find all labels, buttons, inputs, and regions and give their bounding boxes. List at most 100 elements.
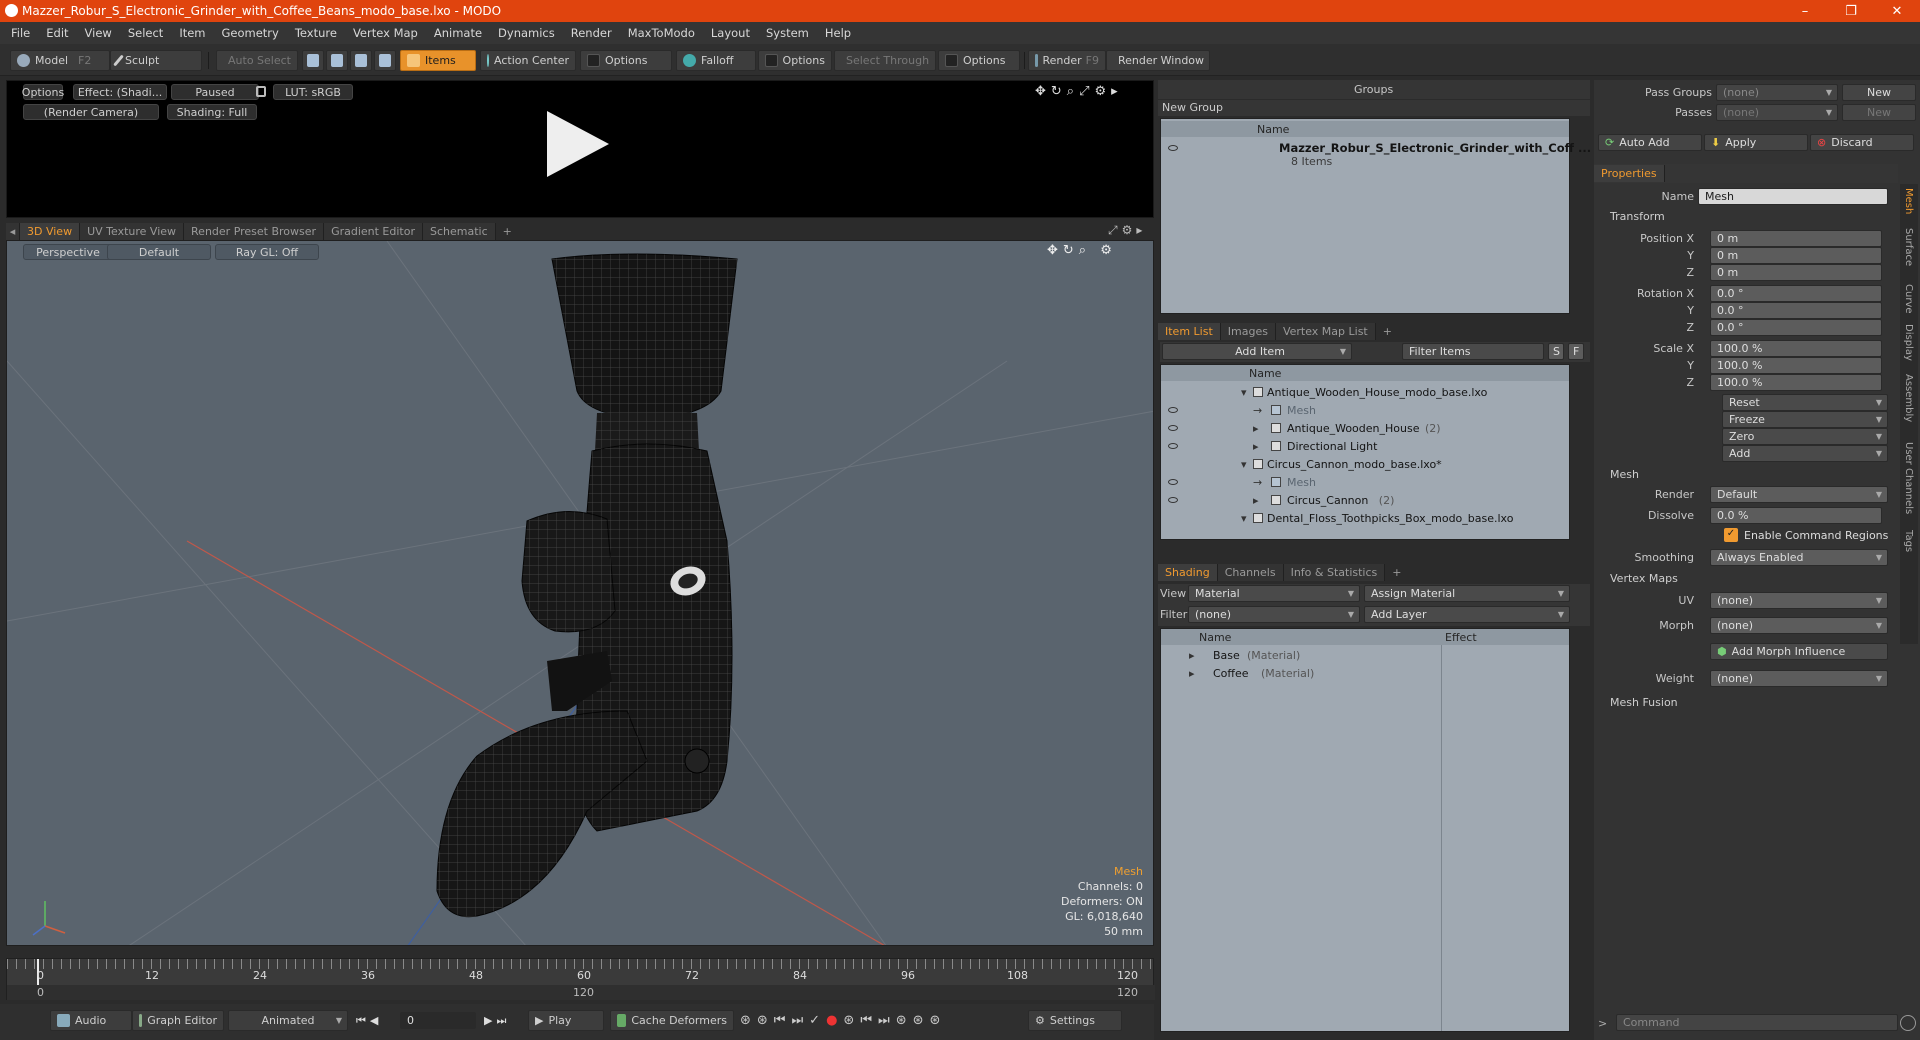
shader-row-coffee[interactable]: ▸ Coffee (Material): [1161, 664, 1441, 682]
minimize-button[interactable]: –: [1782, 0, 1828, 22]
expand-arrow-icon[interactable]: ▸: [1253, 494, 1259, 507]
apply-button[interactable]: ⬇ Apply: [1704, 134, 1808, 151]
expand-arrow-icon[interactable]: ▸: [1253, 440, 1259, 453]
discard-button[interactable]: ⊗ Discard: [1810, 134, 1914, 151]
freeze-dropdown[interactable]: Freeze: [1722, 411, 1888, 428]
record-icon[interactable]: ●: [826, 1013, 843, 1028]
mesh-fusion-section[interactable]: Mesh Fusion: [1610, 696, 1678, 709]
item-list-row[interactable]: ▾ Circus_Cannon_modo_base.lxo*: [1161, 455, 1569, 473]
skip-back-icons[interactable]: ⏮◀: [356, 1014, 382, 1028]
mesh-section[interactable]: Mesh: [1610, 468, 1639, 481]
vtab-curve[interactable]: Curve: [1903, 284, 1914, 314]
falloff-button[interactable]: Falloff: [676, 50, 756, 71]
items-mode-button[interactable]: Items: [400, 50, 476, 71]
expand-arrow-icon[interactable]: ▸: [1253, 422, 1259, 435]
expand-arrow-icon[interactable]: ▸: [1189, 667, 1195, 680]
add-layer-dropdown[interactable]: Add Layer: [1364, 606, 1570, 623]
play-button[interactable]: ▶ Play: [528, 1010, 604, 1031]
timeline[interactable]: 0 12 24 36 48 60 72 84 96 108 120 0 120 …: [6, 958, 1155, 1000]
add-dropdown[interactable]: Add: [1722, 445, 1888, 462]
add-tab-button[interactable]: +: [1385, 564, 1408, 581]
vtab-surface[interactable]: Surface: [1903, 228, 1914, 266]
vertex-maps-section[interactable]: Vertex Maps: [1610, 572, 1678, 585]
morph-dropdown[interactable]: (none): [1710, 617, 1888, 634]
tab-uv-texture-view[interactable]: UV Texture View: [80, 223, 185, 240]
item-list-row[interactable]: → Mesh: [1161, 401, 1569, 419]
vtab-display[interactable]: Display: [1903, 324, 1914, 361]
camera-dropdown[interactable]: (Render Camera): [23, 104, 159, 120]
select-through-button[interactable]: Select Through: [834, 50, 936, 71]
cache-deformers-button[interactable]: Cache Deformers: [610, 1010, 734, 1031]
lut-dropdown[interactable]: LUT: sRGB: [273, 84, 353, 100]
filter-dropdown[interactable]: (none): [1188, 606, 1360, 623]
visibility-eye-icon[interactable]: [1168, 407, 1178, 413]
menu-edit[interactable]: Edit: [38, 26, 76, 40]
tab-render-preset-browser[interactable]: Render Preset Browser: [184, 223, 325, 240]
menu-file[interactable]: File: [0, 26, 38, 40]
expand-arrow-icon[interactable]: ▾: [1241, 458, 1247, 471]
new-pass-group-button[interactable]: New: [1842, 84, 1916, 101]
polygons-mode-button[interactable]: [350, 50, 372, 71]
shader-tree[interactable]: Name Effect ▸ Base (Material) ▸ Coffee (…: [1160, 628, 1570, 1032]
viewport-menu-icon[interactable]: ◂: [6, 223, 20, 240]
menu-view[interactable]: View: [77, 26, 120, 40]
add-morph-influence-button[interactable]: ⬢ Add Morph Influence: [1710, 643, 1888, 660]
visibility-eye-icon[interactable]: [1168, 425, 1178, 431]
expand-arrow-icon[interactable]: →: [1253, 476, 1262, 489]
position-y-field[interactable]: 0 m: [1710, 247, 1882, 264]
visibility-eye-icon[interactable]: [1168, 497, 1178, 503]
menu-render[interactable]: Render: [563, 26, 620, 40]
position-x-field[interactable]: 0 m: [1710, 230, 1882, 247]
falloff-options-button[interactable]: Options: [758, 50, 832, 71]
vtab-assembly[interactable]: Assembly: [1903, 374, 1914, 422]
transform-section[interactable]: Transform: [1610, 210, 1665, 223]
filter-items-input[interactable]: Filter Items: [1402, 343, 1544, 360]
groups-row[interactable]: Mazzer_Robur_S_Electronic_Grinder_with_C…: [1161, 139, 1591, 169]
step-forward-icons[interactable]: ▶⏭: [484, 1014, 510, 1028]
key-tools-icons[interactable]: ⊛⊛⏮⏭✓●⊛⏮⏭⊛⊛⊛: [740, 1013, 946, 1028]
item-list-row[interactable]: ▸ Circus_Cannon (2): [1161, 491, 1569, 509]
render-window-button[interactable]: Render Window: [1106, 50, 1210, 71]
tab-shading[interactable]: Shading: [1158, 564, 1218, 581]
tab-gradient-editor[interactable]: Gradient Editor: [324, 223, 423, 240]
shader-row-base[interactable]: ▸ Base (Material): [1161, 646, 1441, 664]
3d-viewport[interactable]: Perspective Default Ray GL: Off ✥↻⌕ ⚙ Me…: [6, 240, 1154, 946]
zero-dropdown[interactable]: Zero: [1722, 428, 1888, 445]
viewport-tab-icons[interactable]: ⤢⚙▸: [1108, 223, 1146, 238]
tab-3d-view[interactable]: 3D View: [20, 223, 81, 240]
graph-editor-button[interactable]: Graph Editor: [132, 1010, 224, 1031]
menu-maxtomodo[interactable]: MaxToModo: [620, 26, 703, 40]
menu-layout[interactable]: Layout: [703, 26, 758, 40]
auto-add-button[interactable]: ⟳ Auto Add: [1598, 134, 1702, 151]
action-center-button[interactable]: Action Center: [480, 50, 576, 71]
item-list-row[interactable]: ▸ Antique_Wooden_House (2): [1161, 419, 1569, 437]
expand-arrow-icon[interactable]: ▾: [1241, 512, 1247, 525]
enable-command-regions-checkbox[interactable]: ✓: [1724, 528, 1738, 542]
uv-dropdown[interactable]: (none): [1710, 592, 1888, 609]
smoothing-dropdown[interactable]: Always Enabled: [1710, 549, 1888, 566]
menu-select[interactable]: Select: [120, 26, 171, 40]
view-dropdown[interactable]: Material: [1188, 585, 1360, 602]
menu-vertex-map[interactable]: Vertex Map: [345, 26, 426, 40]
passes-dropdown[interactable]: (none): [1716, 104, 1838, 121]
rotation-z-field[interactable]: 0.0 °: [1710, 319, 1882, 336]
menu-dynamics[interactable]: Dynamics: [490, 26, 563, 40]
new-group-button[interactable]: New Group: [1162, 101, 1223, 114]
rotation-x-field[interactable]: 0.0 °: [1710, 285, 1882, 302]
reset-dropdown[interactable]: Reset: [1722, 394, 1888, 411]
menu-item[interactable]: Item: [171, 26, 213, 40]
item-list-row[interactable]: → Mesh: [1161, 473, 1569, 491]
animated-dropdown[interactable]: Animated: [228, 1010, 348, 1031]
item-list-row[interactable]: ▸ Directional Light: [1161, 437, 1569, 455]
position-z-field[interactable]: 0 m: [1710, 264, 1882, 281]
name-input[interactable]: Mesh: [1698, 188, 1888, 205]
effect-dropdown[interactable]: Effect: (Shadi...: [73, 84, 167, 100]
command-input[interactable]: Command: [1616, 1014, 1898, 1031]
audio-button[interactable]: Audio: [50, 1010, 132, 1031]
shading-dropdown[interactable]: Shading: Full: [167, 104, 257, 120]
close-button[interactable]: ✕: [1874, 0, 1920, 22]
command-history-icon[interactable]: [1900, 1015, 1916, 1031]
materials-mode-button[interactable]: [374, 50, 396, 71]
vtab-mesh[interactable]: Mesh: [1903, 188, 1914, 214]
add-item-dropdown[interactable]: Add Item: [1162, 343, 1352, 360]
